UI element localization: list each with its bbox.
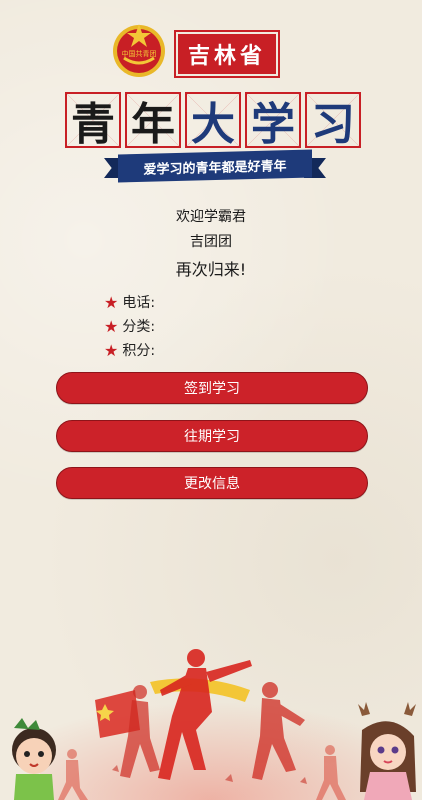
star-icon: ★: [104, 292, 119, 312]
youth-league-emblem-icon: 中国共青团: [113, 24, 165, 77]
star-icon: ★: [104, 340, 119, 360]
slogan-text: 爱学习的青年都是好青年: [118, 149, 312, 183]
star-icon: ★: [104, 316, 119, 336]
user-name: 吉团团: [190, 234, 232, 250]
slogan-ribbon: 爱学习的青年都是好青年: [104, 149, 326, 183]
title-char: 青: [65, 92, 121, 150]
info-row-points: ★ 积分:: [104, 338, 155, 362]
phone-label: 电话:: [122, 295, 156, 311]
points-label: 积分:: [122, 343, 156, 359]
province-label: 吉林省: [178, 34, 277, 74]
page-title: 青 年 大 学 习: [63, 90, 363, 150]
title-char: 学: [245, 92, 301, 150]
category-label: 分类:: [122, 319, 156, 335]
past-study-button[interactable]: 往期学习: [56, 420, 368, 452]
running-youth-illustration: [12, 649, 416, 800]
title-char: 大: [185, 92, 241, 150]
user-info-list: ★ 电话: ★ 分类: ★ 积分:: [104, 290, 155, 362]
info-row-phone: ★ 电话:: [104, 290, 155, 314]
province-badge: 吉林省: [178, 34, 277, 74]
checkin-study-button[interactable]: 签到学习: [56, 372, 368, 404]
emblem-text: 中国共青团: [122, 49, 157, 58]
info-row-category: ★ 分类:: [104, 314, 155, 338]
welcome-back-line: 再次归来!: [175, 260, 247, 279]
welcome-line: 欢迎学霸君: [176, 209, 246, 225]
title-char: 年: [125, 92, 181, 150]
title-char: 习: [305, 92, 361, 150]
edit-info-button[interactable]: 更改信息: [56, 467, 368, 499]
